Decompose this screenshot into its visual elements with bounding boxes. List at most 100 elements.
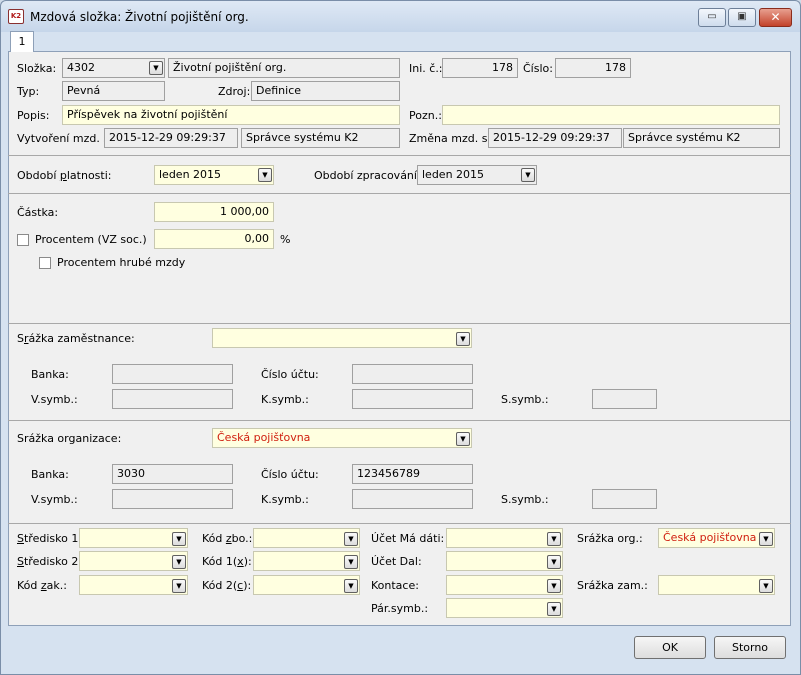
slozka-dropdown-icon[interactable]: ▼ <box>149 61 163 75</box>
srazka-org-dropdown-icon[interactable]: ▼ <box>759 532 773 546</box>
kod-zak-label: Kód zak.: <box>17 579 67 592</box>
ucet-dal-dropdown-icon[interactable]: ▼ <box>547 555 561 569</box>
popis-label: Popis: <box>17 109 50 122</box>
srazka-org-select[interactable]: Česká pojišťovna <box>658 528 775 548</box>
zmena-user-field: Správce systému K2 <box>623 128 780 148</box>
kontace-label: Kontace: <box>371 579 419 592</box>
zam-banka-label: Banka: <box>31 368 69 381</box>
obdobi-zpracovani-label: Období zpracování: <box>314 169 421 182</box>
zdroj-field: Definice <box>251 81 400 101</box>
castka-input[interactable]: 1 000,00 <box>154 202 274 222</box>
srazka-zam-dropdown-icon[interactable]: ▼ <box>759 579 773 593</box>
zam-vsymb-label: V.symb.: <box>31 393 78 406</box>
ucet-dal-label: Účet Dal: <box>371 555 422 568</box>
org-ucet-field: 123456789 <box>352 464 473 484</box>
popis-input[interactable]: Příspěvek na životní pojištění <box>62 105 400 125</box>
zam-ucet-label: Číslo účtu: <box>261 368 319 381</box>
procentem-hrube-label: Procentem hrubé mzdy <box>57 256 186 269</box>
zam-ksymb-field <box>352 389 473 409</box>
slozka-value: 4302 <box>67 61 95 74</box>
par-symb-dropdown-icon[interactable]: ▼ <box>547 602 561 616</box>
obdobi-zpracovani-select[interactable]: leden 2015 <box>417 165 537 185</box>
kod-zak-dropdown-icon[interactable]: ▼ <box>172 579 186 593</box>
separator <box>8 155 791 156</box>
obdobi-platnosti-select[interactable]: leden 2015 <box>154 165 274 185</box>
kod1-label: Kód 1(x): <box>202 555 252 568</box>
ucet-ma-dati-select[interactable] <box>446 528 563 548</box>
vytvoreni-user-field: Správce systému K2 <box>241 128 400 148</box>
stredisko2-dropdown-icon[interactable]: ▼ <box>172 555 186 569</box>
separator <box>8 323 791 324</box>
org-vsymb-label: V.symb.: <box>31 493 78 506</box>
srazka-org-label: Srážka org.: <box>577 532 643 545</box>
close-button[interactable]: ✕ <box>759 8 792 27</box>
storno-button[interactable]: Storno <box>714 636 786 659</box>
ok-button[interactable]: OK <box>634 636 706 659</box>
procentem-input[interactable]: 0,00 <box>154 229 274 249</box>
maximize-button[interactable]: ▣ <box>728 8 756 27</box>
org-banka-label: Banka: <box>31 468 69 481</box>
srazka-zamestnance-dropdown-icon[interactable]: ▼ <box>456 332 470 346</box>
separator <box>8 523 791 524</box>
zam-ksymb-label: K.symb.: <box>261 393 309 406</box>
vytvoreni-date-field: 2015-12-29 09:29:37 <box>104 128 238 148</box>
kod-zbo-label: Kód zbo.: <box>202 532 253 545</box>
kod2-dropdown-icon[interactable]: ▼ <box>344 579 358 593</box>
zam-ucet-field <box>352 364 473 384</box>
ucet-dal-select[interactable] <box>446 551 563 571</box>
org-ksymb-label: K.symb.: <box>261 493 309 506</box>
kontace-dropdown-icon[interactable]: ▼ <box>547 579 561 593</box>
kontace-select[interactable] <box>446 575 563 595</box>
org-banka-field: 3030 <box>112 464 233 484</box>
zam-ssymb-label: S.symb.: <box>501 393 549 406</box>
cislo-label: Číslo: <box>523 62 553 75</box>
obdobi-platnosti-dropdown-icon[interactable]: ▼ <box>258 168 272 182</box>
srazka-zamestnance-select[interactable] <box>212 328 472 348</box>
cislo-field: 178 <box>555 58 631 78</box>
stredisko1-dropdown-icon[interactable]: ▼ <box>172 532 186 546</box>
zmena-label: Změna mzd. sl: <box>409 132 495 145</box>
srazka-organizace-value: Česká pojišťovna <box>217 431 311 444</box>
procentem-checkbox[interactable] <box>17 234 29 246</box>
separator <box>8 193 791 194</box>
obdobi-platnosti-value: leden 2015 <box>159 168 222 181</box>
separator <box>8 420 791 421</box>
slozka-name-field: Životní pojištění org. <box>168 58 400 78</box>
obdobi-zpracovani-value: leden 2015 <box>422 168 485 181</box>
k2-app-icon: K2 <box>8 9 24 24</box>
obdobi-zpracovani-dropdown-icon[interactable]: ▼ <box>521 168 535 182</box>
castka-label: Částka: <box>17 206 59 219</box>
kod1-dropdown-icon[interactable]: ▼ <box>344 555 358 569</box>
org-ssymb-field <box>592 489 657 509</box>
srazka-organizace-dropdown-icon[interactable]: ▼ <box>456 432 470 446</box>
percent-sign: % <box>280 233 291 246</box>
srazka-zamestnance-label: Srážka zaměstnance: <box>17 332 135 345</box>
minimize-button[interactable]: ▭ <box>698 8 726 27</box>
vytvoreni-label: Vytvoření mzd. sl: <box>17 132 116 145</box>
zdroj-label: Zdroj: <box>218 85 251 98</box>
stredisko1-label: Středisko 1: <box>17 532 83 545</box>
tab-1[interactable]: 1 <box>10 31 34 52</box>
par-symb-select[interactable] <box>446 598 563 618</box>
org-ssymb-label: S.symb.: <box>501 493 549 506</box>
zam-ssymb-field <box>592 389 657 409</box>
pozn-label: Pozn.: <box>409 109 442 122</box>
org-vsymb-field <box>112 489 233 509</box>
org-ucet-label: Číslo účtu: <box>261 468 319 481</box>
kod-zbo-dropdown-icon[interactable]: ▼ <box>344 532 358 546</box>
par-symb-label: Pár.symb.: <box>371 602 429 615</box>
ucet-ma-dati-label: Účet Má dáti: <box>371 532 445 545</box>
ini-field: 178 <box>442 58 518 78</box>
ucet-ma-dati-dropdown-icon[interactable]: ▼ <box>547 532 561 546</box>
zam-vsymb-field <box>112 389 233 409</box>
slozka-label: Složka: <box>17 62 57 75</box>
kod2-label: Kód 2(c): <box>202 579 252 592</box>
srazka-zam-select[interactable] <box>658 575 775 595</box>
obdobi-platnosti-label: Období platnosti: <box>17 169 112 182</box>
srazka-organizace-select[interactable]: Česká pojišťovna <box>212 428 472 448</box>
pozn-input[interactable] <box>442 105 780 125</box>
procentem-hrube-checkbox[interactable] <box>39 257 51 269</box>
org-ksymb-field <box>352 489 473 509</box>
zam-banka-field <box>112 364 233 384</box>
window-title: Mzdová složka: Životní pojištění org. <box>30 10 249 24</box>
